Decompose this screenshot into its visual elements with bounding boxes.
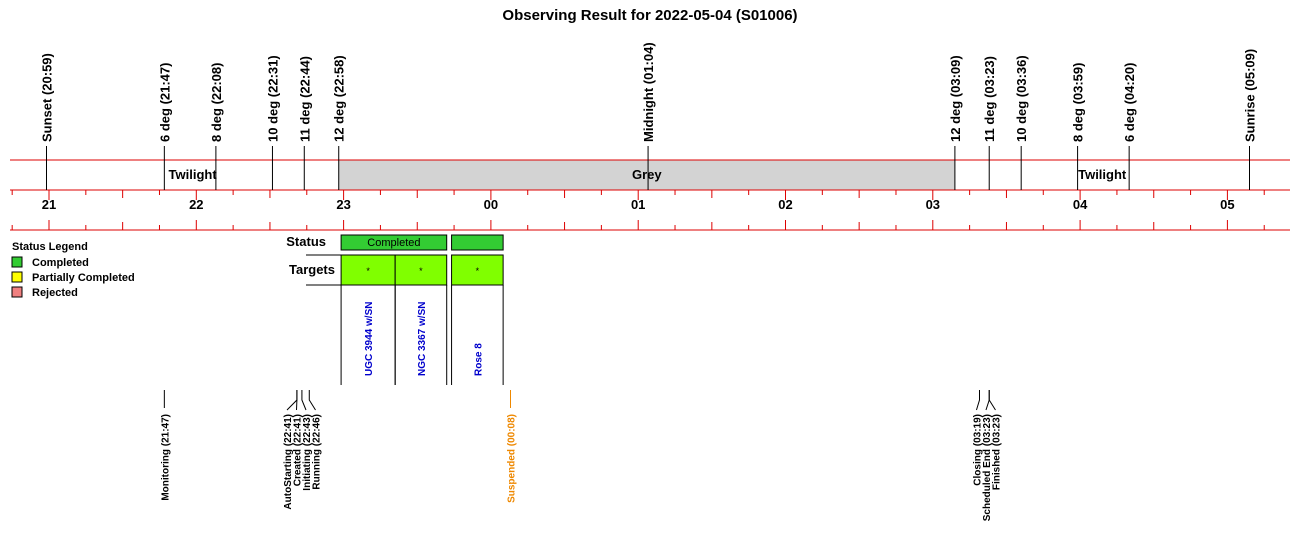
status-block <box>451 234 504 251</box>
legend-swatch <box>11 256 23 268</box>
sky-event-label: 8 deg (03:59) <box>1071 63 1086 142</box>
target-name-label: UGC 3944 w/SN <box>364 302 375 376</box>
hour-tick-label: 00 <box>484 197 498 212</box>
status-block-label: Completed <box>367 237 420 249</box>
sky-event-label: 12 deg (22:58) <box>332 55 347 142</box>
chart-title: Observing Result for 2022-05-04 (S01006) <box>502 7 797 24</box>
legend-item-label: Rejected <box>32 287 78 299</box>
run-event-line <box>286 390 298 411</box>
hour-tick-label: 04 <box>1073 197 1088 212</box>
target-blocks: * UGC 3944 w/SN * NGC 3367 w/SN * Rose 8 <box>306 254 504 385</box>
run-event-line <box>308 390 316 411</box>
target-name-label: Rose 8 <box>473 343 484 376</box>
legend-swatch <box>11 271 23 283</box>
target-marker: * <box>419 266 423 276</box>
hour-tick-label: 02 <box>778 197 792 212</box>
run-event-label: Running (22:46) <box>312 414 323 490</box>
target-marker: * <box>476 266 480 276</box>
run-events: Monitoring (21:47) AutoStarting (22:41)Cr… <box>160 390 1002 521</box>
hour-tick-label: 22 <box>189 197 203 212</box>
sky-event-label: 10 deg (03:36) <box>1014 55 1029 142</box>
run-event-line <box>301 390 307 411</box>
sky-event-label: 6 deg (21:47) <box>157 63 172 142</box>
time-axis: 21 22 23 00 01 02 03 04 05 <box>10 190 1290 231</box>
sky-event-label: Sunset (20:59) <box>39 53 54 142</box>
hour-tick-label: 05 <box>1220 197 1234 212</box>
sky-event-label: 10 deg (22:31) <box>265 55 280 142</box>
sky-event-label: Sunrise (05:09) <box>1242 49 1257 142</box>
status-row-label: Status <box>286 234 326 249</box>
observing-timeline-chart: Observing Result for 2022-05-04 (S01006)… <box>10 7 1290 521</box>
sky-band-label-1: Grey <box>632 167 662 182</box>
sky-events: Sunset (20:59) 6 deg (21:47) 8 deg (22:08)… <box>39 42 1257 190</box>
sky-band-label-0: Twilight <box>169 167 218 182</box>
target-marker: * <box>366 266 370 276</box>
status-legend: Status Legend Completed Partially Complet… <box>11 241 135 299</box>
legend-title: Status Legend <box>12 241 88 253</box>
status-blocks: Completed <box>340 234 504 251</box>
legend-item-label: Completed <box>32 257 89 269</box>
run-event-label: Finished (03:23) <box>991 414 1002 490</box>
sky-event-label: 11 deg (22:44) <box>297 56 312 142</box>
sky-band-label-2: Twilight <box>1078 167 1127 182</box>
run-event-label: Monitoring (21:47) <box>160 414 171 501</box>
targets-row-label: Targets <box>289 262 335 277</box>
sky-event-label: 12 deg (03:09) <box>948 55 963 142</box>
sky-event-label: 8 deg (22:08) <box>209 63 224 142</box>
hour-tick-label: 03 <box>926 197 940 212</box>
hour-tick-label: 21 <box>42 197 56 212</box>
legend-swatch <box>11 286 23 298</box>
legend-item-label: Partially Completed <box>32 272 135 284</box>
hour-tick-label: 23 <box>336 197 350 212</box>
run-event-line <box>975 390 980 411</box>
sky-event-label: Midnight (01:04) <box>641 42 656 142</box>
target-name-label: NGC 3367 w/SN <box>417 302 428 376</box>
sky-bands: Twilight Grey Twilight <box>10 159 1290 191</box>
run-event-line <box>988 390 996 411</box>
sky-event-label: 6 deg (04:20) <box>1122 63 1137 142</box>
sky-event-label: 11 deg (03:23) <box>982 56 997 142</box>
run-event-label: Suspended (00:08) <box>506 414 517 503</box>
hour-tick-label: 01 <box>631 197 645 212</box>
